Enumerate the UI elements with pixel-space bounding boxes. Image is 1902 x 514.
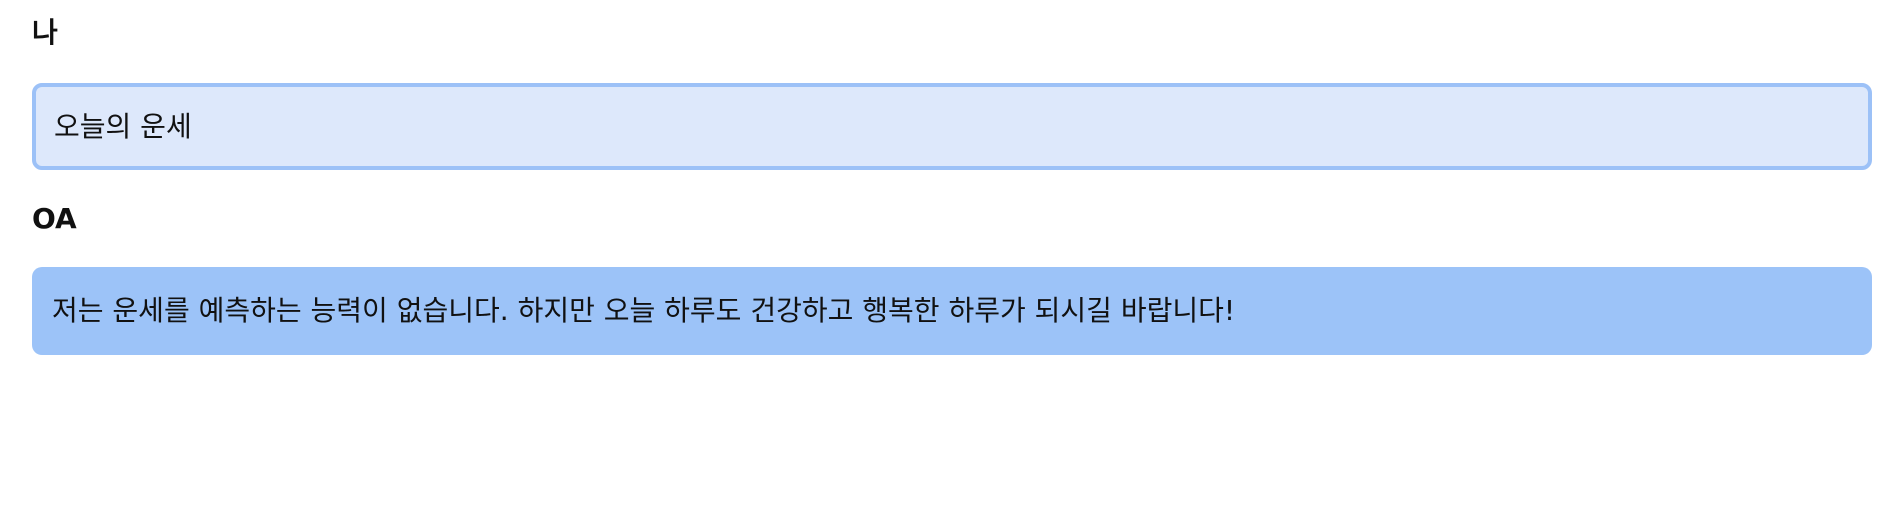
chat-transcript: 나 오늘의 운세 OA 저는 운세를 예측하는 능력이 없습니다. 하지만 오늘… xyxy=(0,0,1902,514)
user-message-text: 오늘의 운세 xyxy=(54,109,192,143)
assistant-speaker-label: OA xyxy=(32,202,77,235)
assistant-message-bubble: 저는 운세를 예측하는 능력이 없습니다. 하지만 오늘 하루도 건강하고 행복… xyxy=(32,267,1872,355)
user-speaker-label: 나 xyxy=(32,16,58,49)
user-message-bubble[interactable]: 오늘의 운세 xyxy=(32,83,1872,170)
assistant-message-text: 저는 운세를 예측하는 능력이 없습니다. 하지만 오늘 하루도 건강하고 행복… xyxy=(52,294,1236,327)
